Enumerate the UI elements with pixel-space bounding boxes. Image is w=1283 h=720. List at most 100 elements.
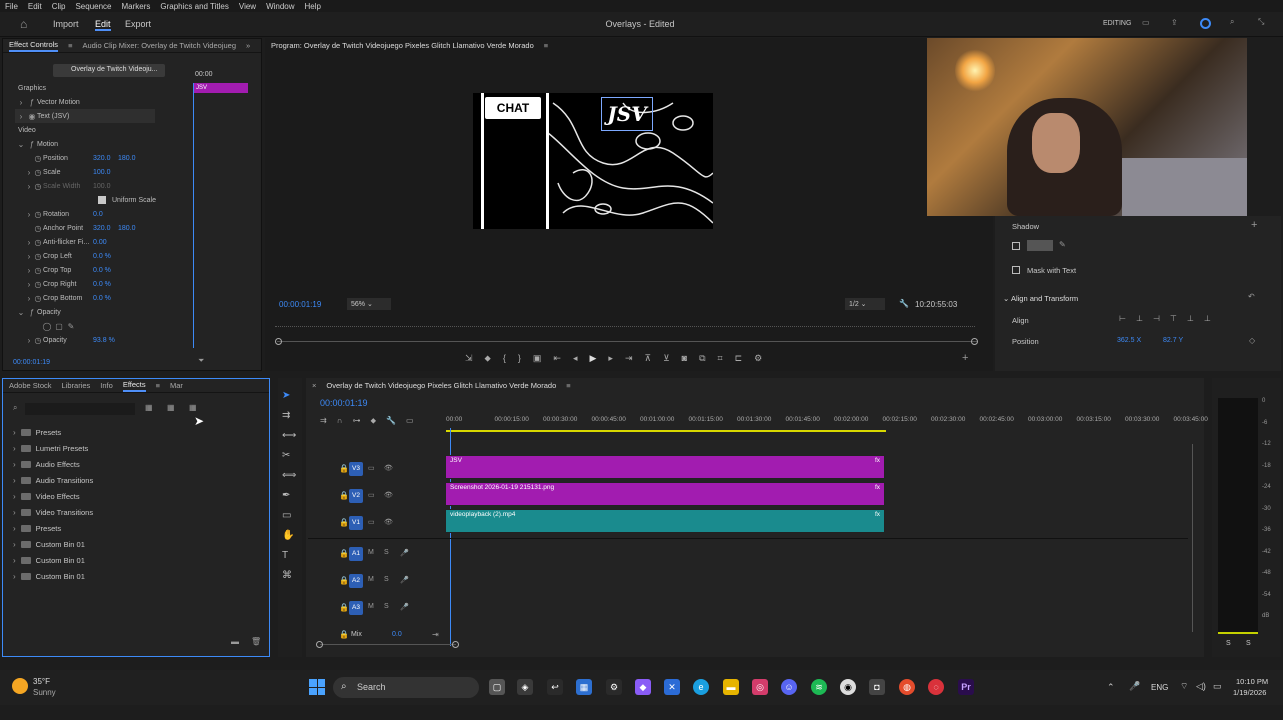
zoom-handle-right[interactable] (971, 338, 978, 345)
step-forward-icon[interactable]: ▸ (608, 353, 613, 364)
fullscreen-icon[interactable]: ⤡ (1258, 17, 1264, 27)
obs-icon[interactable]: ◉ (840, 679, 856, 695)
h-scroll-handle-left[interactable] (316, 641, 323, 648)
weather-icon[interactable] (12, 678, 28, 694)
windows-start-icon[interactable] (309, 679, 325, 695)
copilot-app-icon[interactable]: ◆ (635, 679, 651, 695)
store-icon[interactable]: ▦ (576, 679, 592, 695)
comparison-view-icon[interactable]: ⧉ (699, 353, 705, 364)
motion-row[interactable]: ⌄ ƒ Motion (15, 137, 205, 151)
instagram-icon[interactable]: ◎ (752, 679, 768, 695)
play-icon[interactable]: ▶ (589, 353, 596, 364)
tray-chevron-icon[interactable]: ⌃ (1107, 682, 1115, 693)
expand-icon[interactable]: › (13, 444, 16, 453)
expand-icon[interactable]: › (13, 428, 16, 437)
effects-panel-tab[interactable]: Adobe Stock (9, 381, 52, 390)
selection-tool-icon[interactable]: ➤ (282, 390, 296, 401)
lift-icon[interactable]: ⊼ (644, 353, 651, 364)
effects-list-item[interactable]: › Audio Transitions (13, 473, 93, 487)
more-tabs-icon[interactable]: » (246, 41, 250, 50)
shadow-checkbox[interactable] (1012, 242, 1020, 250)
align-left-icon[interactable]: ⊢ (1119, 314, 1126, 323)
razor-tool-icon[interactable]: ✂ (282, 450, 296, 461)
menu-icon[interactable]: ≡ (68, 41, 72, 50)
weather-temp[interactable]: 35°F (33, 677, 50, 686)
tab-audio-clip-mixer[interactable]: Audio Clip Mixer: Overlay de Twitch Vide… (82, 41, 236, 50)
track-target[interactable]: A3 (349, 601, 363, 615)
type-tool-icon[interactable]: T (282, 550, 296, 561)
vscode-icon[interactable]: ✕ (664, 679, 680, 695)
back-app-icon[interactable]: ↩ (547, 679, 563, 695)
mute-button[interactable]: M (368, 576, 374, 583)
go-to-out-icon[interactable]: ⇥ (625, 353, 633, 364)
wifi-icon[interactable]: ⌔ (1180, 681, 1188, 692)
track-target[interactable]: A2 (349, 574, 363, 588)
crop-bottom-row[interactable]: › ◷ Crop Bottom 0.0 % (25, 291, 215, 305)
effects-list-item[interactable]: › Audio Effects (13, 457, 80, 471)
expand-icon[interactable]: › (13, 572, 16, 581)
premiere-pro-icon[interactable]: Pr (958, 679, 974, 695)
tab-import[interactable]: Import (53, 19, 79, 29)
menu-item[interactable]: Graphics and Titles (160, 2, 228, 11)
pen-mask-icon[interactable]: ✎ (65, 322, 77, 331)
effects-panel-tab[interactable]: Info (100, 381, 113, 390)
work-area-bar[interactable] (446, 430, 886, 432)
new-bin-icon[interactable]: ▬ (231, 637, 239, 646)
home-icon[interactable]: ⌂ (20, 17, 27, 31)
keyframe-icon[interactable]: ◇ (1249, 336, 1255, 345)
rectangle-tool-icon[interactable]: ▭ (282, 510, 296, 521)
tab-edit[interactable]: Edit (95, 19, 111, 31)
effects-list-item[interactable]: › Lumetri Presets (13, 441, 88, 455)
align-right-icon[interactable]: ⊣ (1153, 314, 1160, 323)
program-ruler[interactable] (275, 321, 975, 327)
taskbar-search[interactable]: Search (333, 677, 479, 698)
expand-icon[interactable]: › (13, 540, 16, 549)
track-lock-icon[interactable]: 🔒 (339, 518, 349, 527)
solo-button[interactable]: S (384, 603, 389, 610)
battery-icon[interactable]: ▭ (1213, 681, 1222, 692)
add-shadow-icon[interactable]: + (1251, 219, 1257, 231)
menu-item[interactable]: View (239, 2, 256, 11)
program-preview[interactable]: CHAT JSV (473, 93, 713, 229)
sync-lock-icon[interactable]: ▭ (368, 491, 375, 499)
zoom-dropdown[interactable]: 56% ⌄ (347, 298, 391, 310)
proxy-icon[interactable]: ⌗ (718, 353, 723, 364)
program-timecode[interactable]: 00:00:01:19 (279, 300, 321, 309)
effects-search-input[interactable] (25, 403, 135, 415)
share-icon[interactable]: ⇪ (1171, 18, 1178, 27)
step-back-icon[interactable]: ◂ (573, 353, 578, 364)
sync-lock-icon[interactable]: ▭ (368, 464, 375, 472)
crop-top-row[interactable]: › ◷ Crop Top 0.0 % (25, 263, 215, 277)
snap-icon[interactable]: ∩ (337, 416, 343, 426)
voiceover-icon[interactable]: 🎤 (400, 576, 409, 584)
linked-selection-icon[interactable]: ⊶ (352, 416, 360, 426)
add-button-icon[interactable]: + (962, 352, 968, 364)
effects-list-item[interactable]: › Video Transitions (13, 505, 93, 519)
zoom-handle-left[interactable] (275, 338, 282, 345)
effects-menu-icon[interactable]: ≡ (156, 381, 160, 390)
effects-list-item[interactable]: › Presets (13, 425, 61, 439)
accelerated-effects-icon[interactable]: ▦ (145, 403, 153, 412)
spotify-icon[interactable]: ≋ (811, 679, 827, 695)
solo-button[interactable]: S (384, 576, 389, 583)
volume-icon[interactable]: ◁) (1196, 681, 1206, 692)
expand-icon[interactable]: › (13, 524, 16, 533)
wrench-icon[interactable]: 🔧 (899, 299, 909, 308)
progress-icon[interactable] (1200, 18, 1211, 29)
mix-value[interactable]: 0.0 (392, 631, 402, 638)
ellipse-mask-icon[interactable]: ◯ (41, 322, 53, 331)
eg-pos-x[interactable]: 362.5 X (1117, 337, 1141, 344)
track-target[interactable]: V2 (349, 489, 363, 503)
go-to-in-icon[interactable]: ⇤ (553, 353, 561, 364)
expand-icon[interactable]: › (13, 508, 16, 517)
menu-item[interactable]: Sequence (75, 2, 111, 11)
timeline-settings-icon[interactable]: 🔧 (386, 416, 396, 426)
track-lock-icon[interactable]: 🔒 (339, 549, 349, 558)
out-point-icon[interactable]: } (518, 353, 521, 364)
mute-button[interactable]: M (368, 603, 374, 610)
add-marker-icon[interactable]: ⬥ (485, 353, 491, 364)
safe-margins-icon[interactable]: ▣ (533, 353, 542, 364)
solo-left[interactable]: S (1226, 640, 1231, 647)
settings-icon[interactable]: ⚙ (754, 353, 762, 364)
effects-search-icon[interactable]: ⌕ (13, 403, 17, 413)
